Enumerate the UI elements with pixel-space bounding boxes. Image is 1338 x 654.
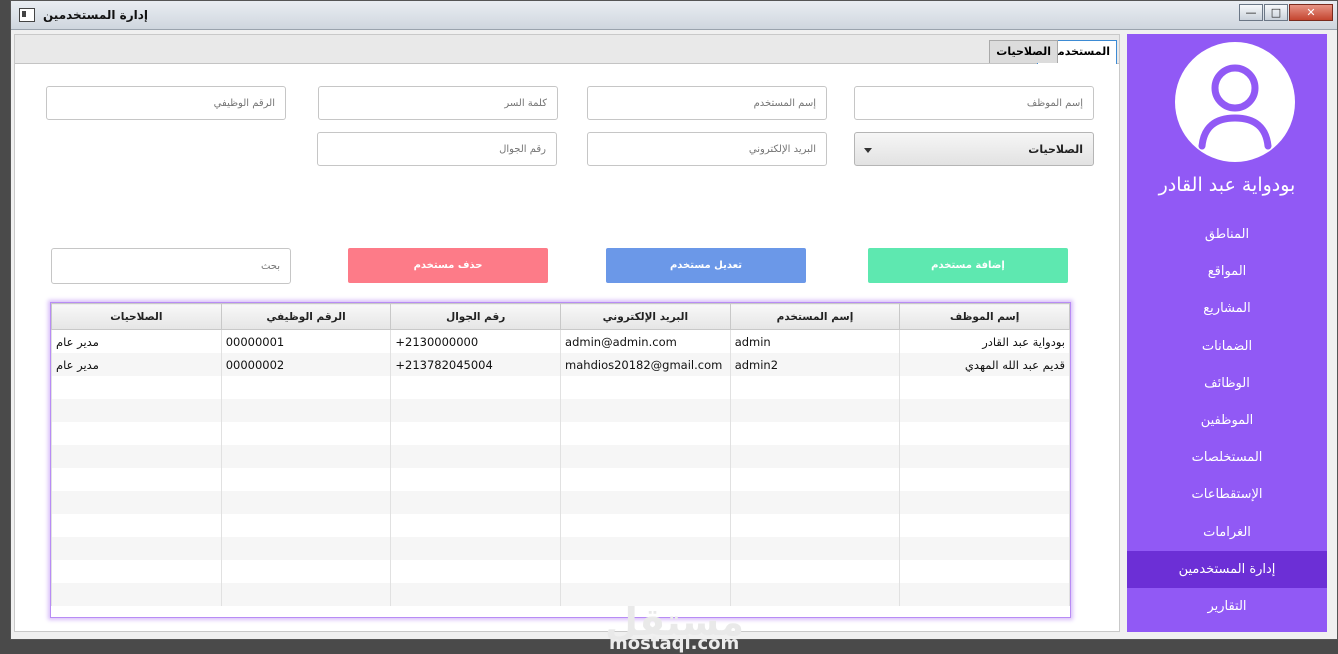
table-cell: +2130000000 — [390, 329, 562, 353]
employee-name-field[interactable] — [854, 86, 1094, 120]
window-controls: — □ ✕ — [1238, 4, 1333, 21]
sidebar-nav: المناطق المواقع المشاريع الضمانات الوظائ… — [1127, 216, 1327, 625]
table-cell: 00000002 — [220, 353, 392, 376]
column-header[interactable]: رقم الجوال — [390, 303, 562, 330]
sidebar: بودواية عبد القادر المناطق المواقع المشا… — [1127, 34, 1327, 632]
user-avatar-icon — [1175, 42, 1295, 162]
password-input[interactable] — [319, 87, 557, 119]
table-cell: admin — [729, 329, 901, 353]
email-input[interactable] — [588, 133, 826, 165]
table-cell: mahdios20182@gmail.com — [560, 353, 731, 376]
tab-bar: المستخدمين الصلاحيات — [15, 35, 1119, 64]
search-input[interactable] — [52, 249, 290, 283]
sidebar-item-sites[interactable]: المواقع — [1127, 253, 1327, 290]
table-cell: admin@admin.com — [560, 329, 731, 353]
job-number-input[interactable] — [47, 87, 285, 119]
table-header-row: إسم الموظف إسم المستخدم البريد الإلكترون… — [51, 303, 1070, 330]
table-cell: +213782045004 — [390, 353, 562, 376]
username-field[interactable] — [587, 86, 827, 120]
sidebar-item-employees[interactable]: الموظفين — [1127, 402, 1327, 439]
sidebar-item-reports[interactable]: التقارير — [1127, 588, 1327, 625]
delete-user-button[interactable]: حذف مستخدم — [348, 248, 548, 283]
empty-row — [51, 468, 1070, 491]
column-header[interactable]: إسم المستخدم — [729, 303, 901, 330]
permissions-select[interactable]: الصلاحيات — [854, 132, 1094, 166]
table-cell: admin2 — [729, 353, 901, 376]
users-table[interactable]: إسم الموظف إسم المستخدم البريد الإلكترون… — [50, 302, 1071, 618]
column-header[interactable]: الرقم الوظيفي — [220, 303, 392, 330]
chevron-down-icon — [864, 148, 872, 153]
sidebar-item-fines[interactable]: الغرامات — [1127, 514, 1327, 551]
table-row[interactable]: قديم عبد الله المهدي admin2 mahdios20182… — [51, 353, 1070, 376]
column-header[interactable]: البريد الإلكتروني — [560, 303, 731, 330]
sidebar-item-projects[interactable]: المشاريع — [1127, 290, 1327, 327]
table-row[interactable]: بودواية عبد القادر admin admin@admin.com… — [51, 329, 1070, 353]
search-field[interactable] — [51, 248, 291, 284]
empty-row — [51, 491, 1070, 514]
username-input[interactable] — [588, 87, 826, 119]
employee-name-input[interactable] — [855, 87, 1093, 119]
empty-row — [51, 583, 1070, 606]
add-user-button[interactable]: إضافة مستخدم — [868, 248, 1068, 283]
main-panel: المستخدمين الصلاحيات الصلاحيات إضافة مست… — [14, 34, 1120, 654]
sidebar-item-user-management[interactable]: إدارة المستخدمين — [1127, 550, 1327, 588]
title-bar[interactable]: إدارة المستخدمين — □ ✕ — [11, 1, 1337, 30]
edit-user-button[interactable]: تعديل مستخدم — [606, 248, 806, 283]
password-field[interactable] — [318, 86, 558, 120]
maximize-icon[interactable]: □ — [1264, 4, 1288, 21]
table-cell: مدير عام — [51, 353, 222, 376]
watermark-domain: mostaql.com — [609, 633, 740, 654]
sidebar-item-deductions[interactable]: الإستقطاعات — [1127, 476, 1327, 513]
table-cell: 00000001 — [220, 329, 392, 353]
minimize-icon[interactable]: — — [1239, 4, 1263, 21]
table-cell: قديم عبد الله المهدي — [899, 353, 1070, 376]
job-number-field[interactable] — [46, 86, 286, 120]
app-window: إدارة المستخدمين — □ ✕ المستخدمين الصلاح… — [10, 0, 1338, 654]
window-title: إدارة المستخدمين — [43, 8, 149, 22]
empty-row — [51, 537, 1070, 560]
sidebar-item-extracts[interactable]: المستخلصات — [1127, 439, 1327, 476]
empty-row — [51, 445, 1070, 468]
table-cell: بودواية عبد القادر — [899, 329, 1070, 353]
email-field[interactable] — [587, 132, 827, 166]
sidebar-item-regions[interactable]: المناطق — [1127, 216, 1327, 253]
tab-permissions[interactable]: الصلاحيات — [989, 40, 1058, 63]
column-header[interactable]: الصلاحيات — [51, 303, 222, 330]
empty-row — [51, 514, 1070, 537]
app-icon — [19, 8, 35, 22]
phone-field[interactable] — [317, 132, 557, 166]
permissions-select-value: الصلاحيات — [1028, 143, 1083, 156]
empty-row — [51, 422, 1070, 445]
sidebar-item-guarantees[interactable]: الضمانات — [1127, 328, 1327, 365]
empty-row — [51, 560, 1070, 583]
empty-row — [51, 376, 1070, 399]
empty-row — [51, 399, 1070, 422]
user-name: بودواية عبد القادر — [1158, 174, 1296, 196]
phone-input[interactable] — [318, 133, 556, 165]
sidebar-item-jobs[interactable]: الوظائف — [1127, 365, 1327, 402]
close-icon[interactable]: ✕ — [1289, 4, 1333, 21]
column-header[interactable]: إسم الموظف — [899, 303, 1070, 330]
table-cell: مدير عام — [51, 329, 222, 353]
